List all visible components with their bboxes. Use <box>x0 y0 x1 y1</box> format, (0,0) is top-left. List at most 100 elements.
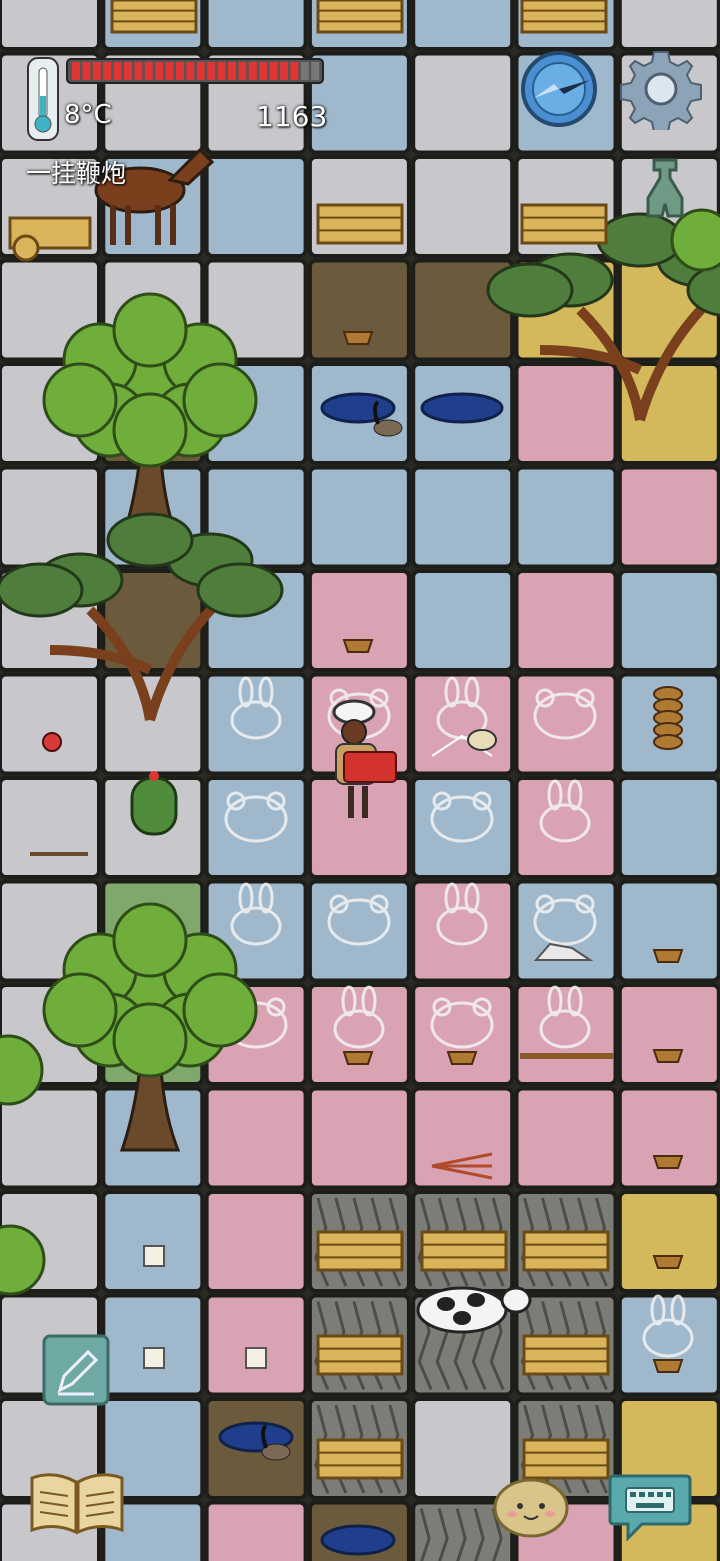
floor-tile <box>101 672 205 776</box>
health-segment <box>103 62 112 80</box>
health-segment <box>238 62 247 80</box>
floor-tile <box>101 1190 205 1293</box>
paper-note <box>143 1245 165 1267</box>
stacked-pots <box>653 686 683 750</box>
floor-tile <box>411 51 515 155</box>
basket <box>446 1051 478 1065</box>
floor-tile <box>204 0 308 51</box>
health-segment <box>311 62 320 80</box>
floor-tile <box>411 776 515 879</box>
floor-tile <box>307 569 411 672</box>
wooden-crate <box>520 203 608 245</box>
wooden-crate <box>522 1334 610 1376</box>
health-segment <box>217 62 226 80</box>
floor-tile <box>514 465 618 569</box>
health-segment <box>196 62 205 80</box>
floor-tile <box>411 569 515 672</box>
floor-tile <box>514 362 618 465</box>
floor-tile <box>307 983 411 1086</box>
floor-tile <box>617 983 720 1086</box>
floor-tile <box>204 1190 308 1293</box>
basket <box>652 1049 684 1063</box>
pond <box>320 392 396 424</box>
floor-tile <box>617 1190 720 1293</box>
ancient-coin-icon[interactable] <box>636 156 694 222</box>
floor-tile <box>411 465 515 569</box>
health-segment <box>165 62 174 80</box>
basket <box>652 949 684 963</box>
floor-tile <box>411 879 515 983</box>
compass-icon[interactable] <box>520 50 598 128</box>
health-segment <box>113 62 122 80</box>
floor-tile <box>204 1086 308 1190</box>
floor-tile <box>617 1293 720 1397</box>
health-segment <box>248 62 257 80</box>
health-segment <box>155 62 164 80</box>
floor-tile <box>307 1086 411 1190</box>
health-segment <box>124 62 132 80</box>
health-segment <box>259 62 268 80</box>
open-book-icon[interactable] <box>28 1470 126 1536</box>
wooden-crate <box>522 1438 610 1480</box>
thermometer-icon <box>26 56 60 142</box>
floor-tile <box>307 465 411 569</box>
health-segment <box>134 62 143 80</box>
health-segment <box>228 62 236 80</box>
floor-tile <box>0 465 101 569</box>
floor-tile <box>307 879 411 983</box>
floor-tile <box>514 776 618 879</box>
floor-tile <box>617 0 720 51</box>
health-segment <box>300 62 309 80</box>
potato-face-icon[interactable] <box>492 1474 570 1538</box>
pencil-icon[interactable] <box>42 1334 110 1406</box>
temperature-label: 8°C <box>64 100 112 130</box>
health-segment <box>207 62 216 80</box>
floor-tile <box>0 0 101 51</box>
score-counter: 1163 <box>256 100 328 133</box>
floor-tile <box>617 465 720 569</box>
wooden-crate <box>520 0 608 34</box>
basket <box>342 331 374 345</box>
basket <box>652 1155 684 1169</box>
floor-tile <box>514 672 618 776</box>
wooden-crate <box>316 1230 404 1272</box>
floor-tile <box>514 569 618 672</box>
health-segment <box>290 62 299 80</box>
floor-tile <box>617 569 720 672</box>
floor-tile <box>617 1086 720 1190</box>
gear-icon[interactable] <box>620 48 702 133</box>
pond <box>420 392 504 424</box>
wooden-crate <box>316 1334 404 1376</box>
floor-tile <box>204 155 308 258</box>
wooden-crate <box>420 1230 508 1272</box>
health-bar <box>66 58 324 84</box>
floor-tile <box>617 776 720 879</box>
health-segment <box>176 62 184 80</box>
basket <box>342 1051 374 1065</box>
health-segment <box>144 62 153 80</box>
floor-tile <box>307 776 411 879</box>
game-board[interactable] <box>0 0 720 1561</box>
health-segment <box>82 62 91 80</box>
pond <box>320 1524 396 1556</box>
floor-tile <box>617 879 720 983</box>
floor-tile <box>514 1086 618 1190</box>
floor-tile <box>101 1293 205 1397</box>
wooden-crate <box>316 203 404 245</box>
floor-tile <box>204 1293 308 1397</box>
floor-tile <box>411 983 515 1086</box>
floor-tile <box>411 0 515 51</box>
floor-tile <box>0 672 101 776</box>
paper-note <box>143 1347 165 1369</box>
keyboard-chat-icon[interactable] <box>608 1470 692 1542</box>
wooden-crate <box>110 0 198 34</box>
health-segment <box>186 62 195 80</box>
basket <box>652 1255 684 1269</box>
basket <box>342 639 374 653</box>
floor-tile <box>411 672 515 776</box>
floor-tile <box>411 155 515 258</box>
held-item-label: 一挂鞭炮 <box>26 159 127 188</box>
floor-tile <box>0 776 101 879</box>
paper-note <box>245 1347 267 1369</box>
health-segment <box>269 62 278 80</box>
